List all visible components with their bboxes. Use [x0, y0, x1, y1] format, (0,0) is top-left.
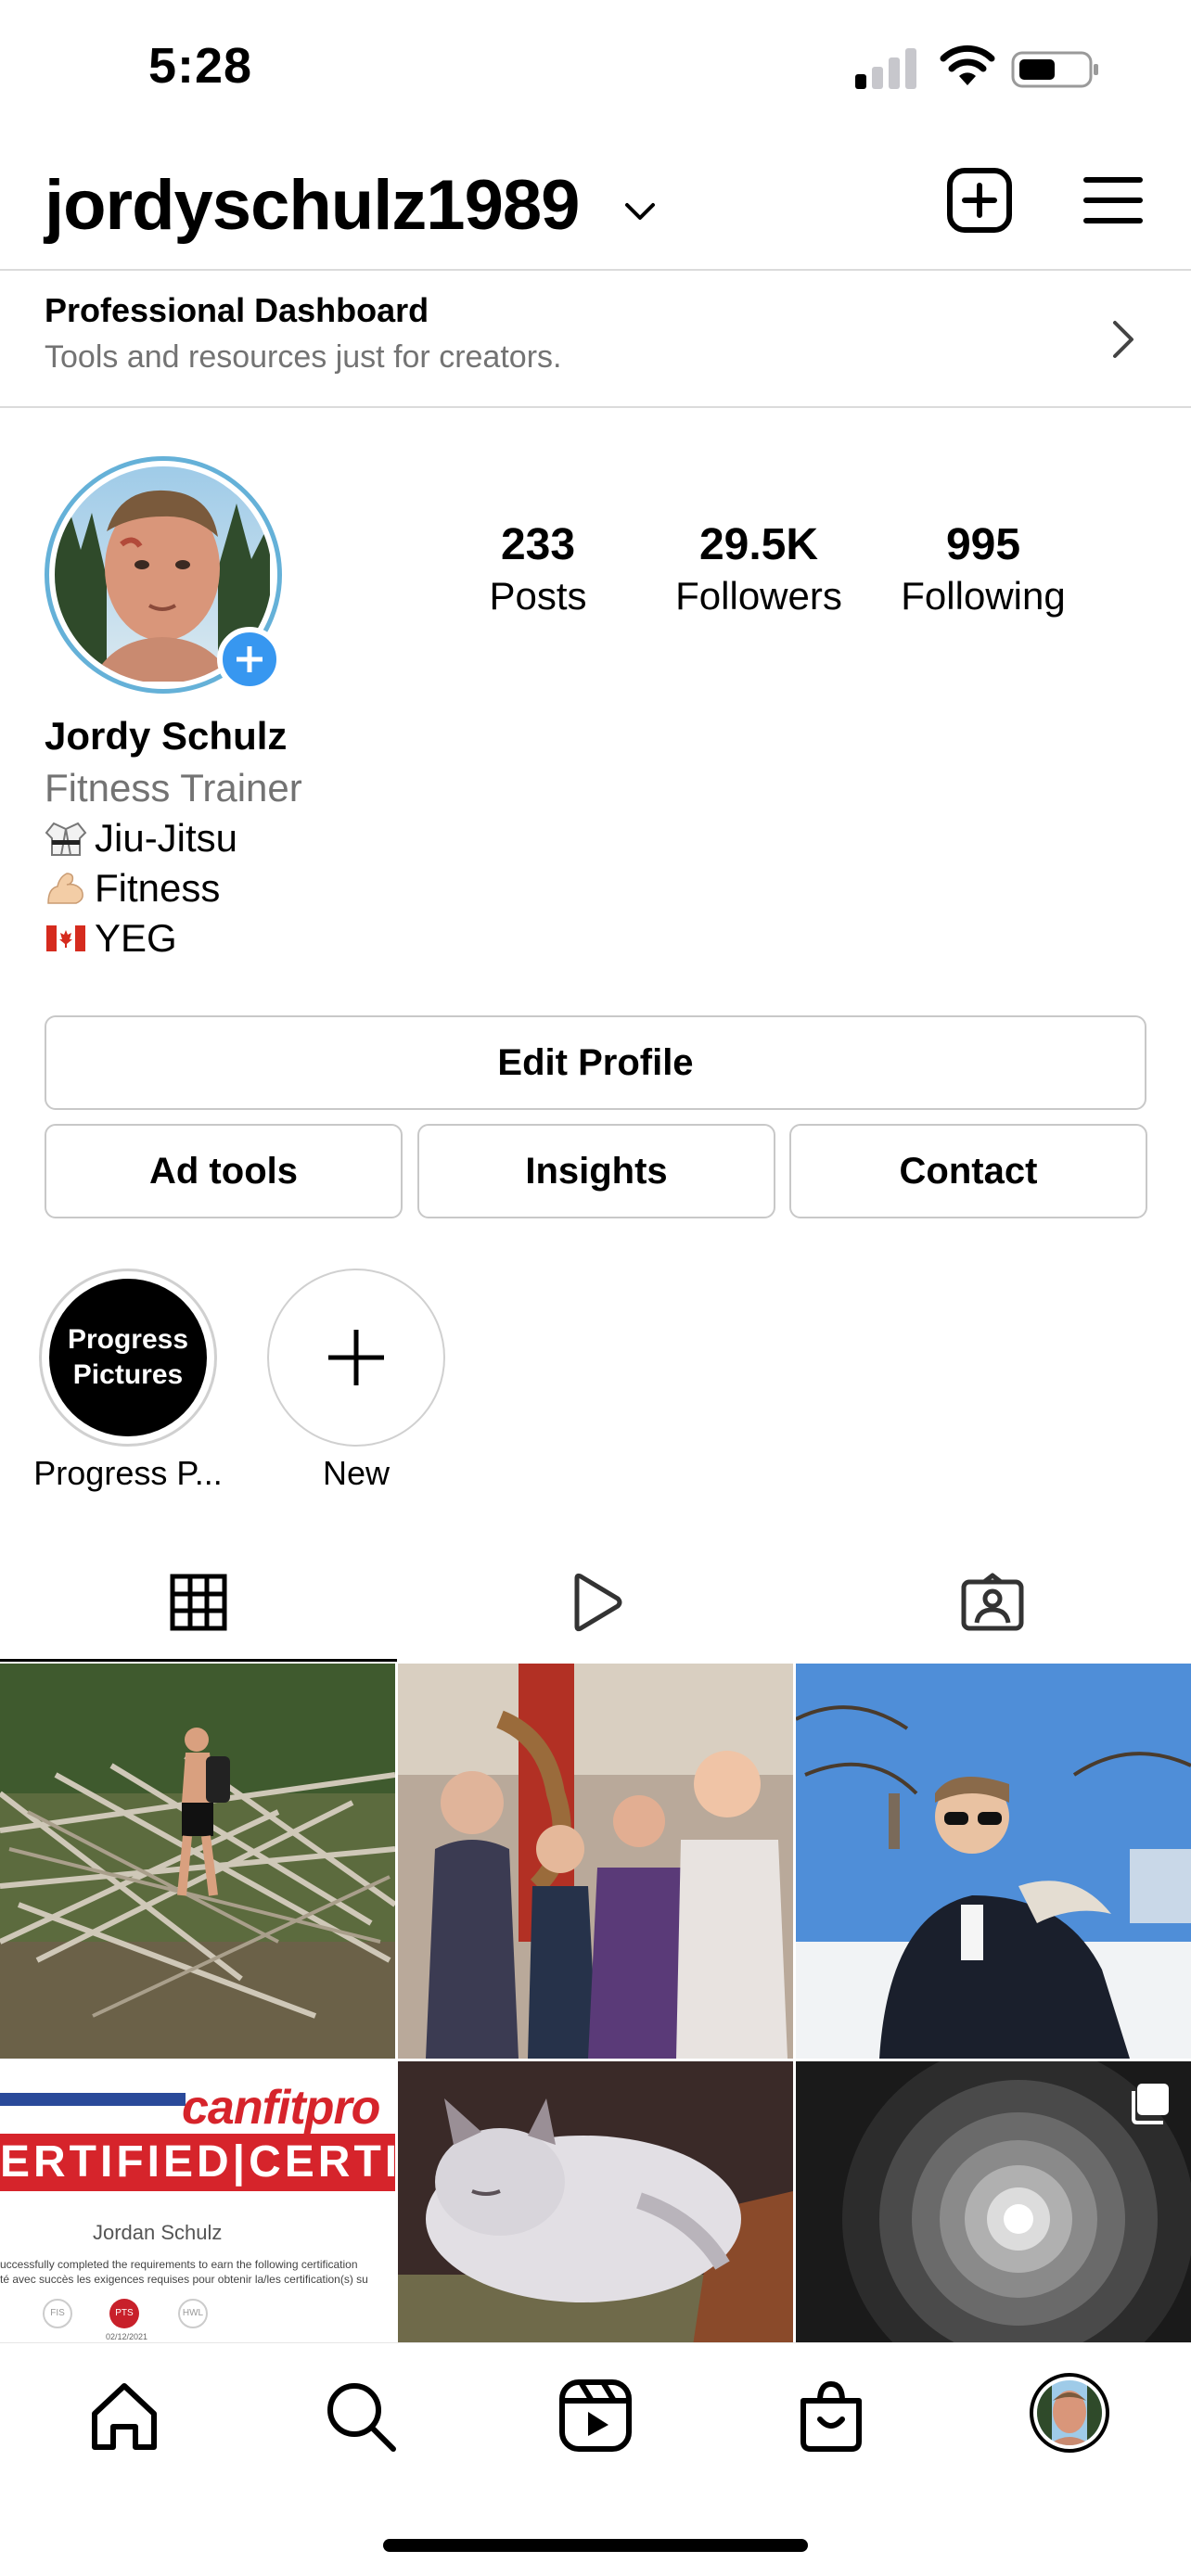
posts-label: Posts	[489, 574, 587, 618]
reels-icon[interactable]	[557, 2377, 634, 2455]
ad-tools-button[interactable]: Ad tools	[45, 1124, 403, 1218]
add-story-icon[interactable]	[217, 627, 282, 692]
tab-tagged[interactable]	[794, 1554, 1191, 1662]
highlight-cover-text: Progress	[67, 1324, 189, 1355]
status-time: 5:28	[148, 38, 253, 94]
bio-text: YEG	[95, 916, 177, 960]
certificate-name: Jordan Schulz	[93, 2221, 223, 2244]
following-label: Following	[901, 574, 1066, 618]
multiple-posts-icon	[1132, 2084, 1169, 2124]
certificate-header: canfitpro	[0, 2080, 395, 2135]
highlight-cover-text: Pictures	[72, 1359, 184, 1390]
post-thumbnail[interactable]	[796, 1664, 1191, 2059]
display-name: Jordy Schulz	[45, 714, 288, 758]
wifi-icon	[940, 45, 995, 85]
followers-stat[interactable]: 29.5K Followers	[657, 519, 861, 618]
tab-reels[interactable]	[397, 1554, 794, 1662]
bio-line: Jiu-Jitsu	[45, 816, 237, 861]
posts-stat[interactable]: 233 Posts	[464, 519, 612, 618]
bio-line: Fitness	[45, 866, 220, 911]
canada-flag-icon	[46, 925, 85, 951]
home-icon[interactable]	[85, 2377, 163, 2455]
flexed-biceps-icon	[47, 873, 83, 904]
post-image	[398, 2061, 793, 2342]
profile-category: Fitness Trainer	[45, 766, 302, 810]
battery-icon	[1011, 51, 1098, 88]
post-image	[398, 1664, 793, 2059]
insights-button[interactable]: Insights	[417, 1124, 775, 1218]
profile-header: jordyschulz1989	[0, 148, 1191, 269]
edit-profile-button[interactable]: Edit Profile	[45, 1015, 1146, 1110]
certificate-badge: HWL	[178, 2299, 208, 2328]
highlight-progress-pictures[interactable]: Progress Pictures	[39, 1269, 217, 1447]
certificate-text: té avec succès les exigences requises po…	[0, 2273, 368, 2286]
post-thumbnail[interactable]	[796, 2061, 1191, 2342]
dashboard-title: Professional Dashboard	[45, 291, 429, 329]
search-icon[interactable]	[321, 2377, 399, 2455]
highlight-label: Progress P...	[33, 1454, 223, 1492]
dashboard-subtitle: Tools and resources just for creators.	[45, 339, 562, 375]
chevron-down-icon[interactable]	[623, 195, 657, 228]
username[interactable]: jordyschulz1989	[45, 165, 580, 246]
post-image	[796, 1664, 1191, 2059]
followers-count: 29.5K	[698, 520, 819, 569]
certificate-badge: FIS	[43, 2299, 72, 2328]
nav-avatar-photo	[1037, 2380, 1102, 2445]
following-count: 995	[945, 520, 1021, 569]
highlight-label: New	[322, 1454, 391, 1492]
profile-tabs	[0, 1554, 1191, 1662]
followers-label: Followers	[675, 574, 842, 618]
certificate-brand: canfitpro	[182, 2081, 380, 2135]
certificate-date: 02/12/2021	[106, 2332, 148, 2341]
home-indicator	[383, 2539, 808, 2552]
post-thumbnail[interactable]	[0, 1664, 395, 2059]
shop-icon[interactable]	[792, 2377, 870, 2455]
following-stat[interactable]: 995 Following	[881, 519, 1085, 618]
post-thumbnail[interactable]	[398, 2061, 793, 2342]
bio-text: Fitness	[95, 866, 221, 910]
contact-button[interactable]: Contact	[789, 1124, 1147, 1218]
certificate-text: uccessfully completed the requirements t…	[0, 2258, 358, 2271]
play-icon	[574, 1573, 622, 1632]
martial-arts-uniform-icon	[45, 822, 87, 856]
grid-icon	[170, 1574, 227, 1631]
posts-count: 233	[500, 520, 576, 569]
post-image	[0, 1664, 395, 2059]
post-thumbnail[interactable]	[398, 1664, 793, 2059]
bio-line: YEG	[45, 916, 177, 961]
professional-dashboard[interactable]: Professional Dashboard Tools and resourc…	[0, 269, 1191, 408]
chevron-right-icon	[1113, 321, 1133, 358]
signal-icon	[855, 46, 920, 89]
certificate-banner: ERTIFIED|CERTIFI	[0, 2134, 395, 2191]
post-thumbnail[interactable]: canfitpro ERTIFIED|CERTIFI Jordan Schulz…	[0, 2061, 395, 2342]
status-bar: 5:28	[0, 0, 1191, 139]
certificate-badge: PTS	[109, 2299, 139, 2328]
plus-square-icon[interactable]	[946, 167, 1013, 234]
bio-text: Jiu-Jitsu	[95, 816, 238, 860]
hamburger-menu-icon[interactable]	[1083, 172, 1143, 228]
tab-posts-grid[interactable]	[0, 1554, 397, 1662]
new-highlight-button[interactable]	[267, 1269, 445, 1447]
posts-grid: canfitpro ERTIFIED|CERTIFI Jordan Schulz…	[0, 1664, 1191, 2342]
profile-avatar[interactable]	[1030, 2373, 1109, 2453]
person-tag-icon	[961, 1573, 1024, 1631]
